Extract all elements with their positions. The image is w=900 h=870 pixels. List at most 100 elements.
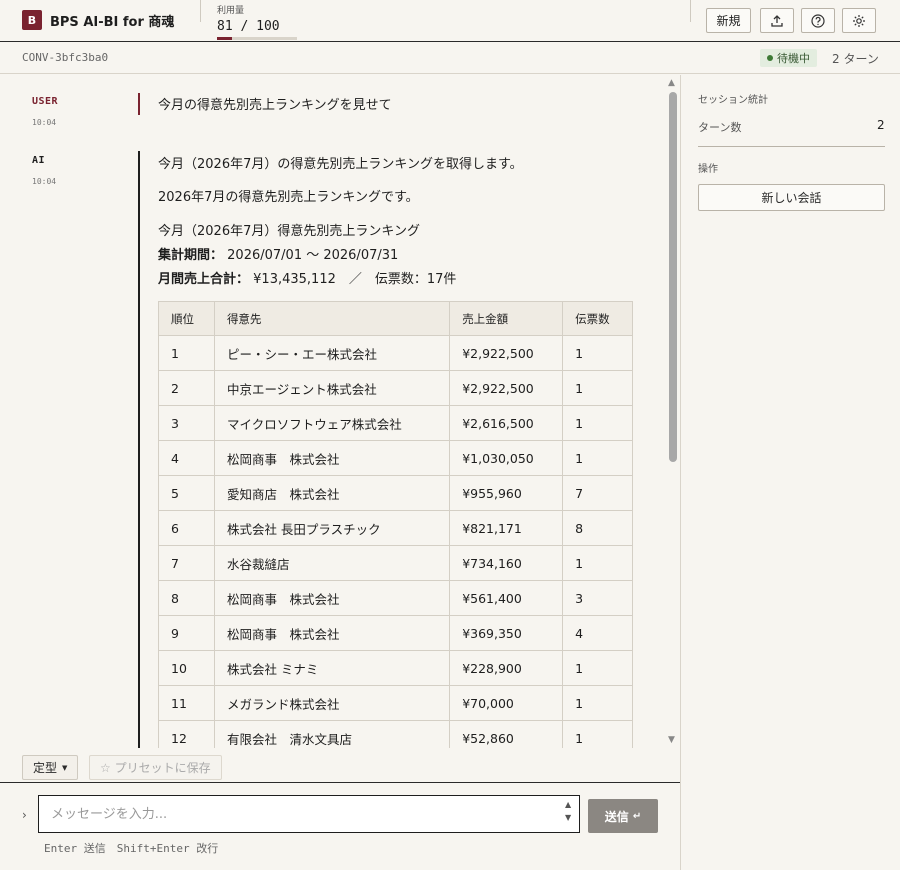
ai-message-line: 2026年7月の得意先別売上ランキングです。 bbox=[158, 190, 419, 205]
scroll-down-arrow-icon[interactable]: ▼ bbox=[668, 735, 675, 745]
table-cell: 愛知商店 株式会社 bbox=[213, 475, 451, 511]
table-row: 7 水谷裁縫店 ¥734,160 1 bbox=[158, 545, 633, 581]
table-cell: 12 bbox=[158, 720, 215, 748]
user-role-label: USER bbox=[32, 96, 59, 107]
template-dropdown[interactable]: 定型 ▼ bbox=[22, 755, 79, 780]
table-cell: 4 bbox=[562, 615, 633, 651]
table-row: 12 有限会社 清水文具店 ¥52,860 1 bbox=[158, 720, 633, 748]
new-conversation-button[interactable]: 新しい会話 bbox=[698, 184, 885, 211]
column-header: 得意先 bbox=[213, 301, 451, 336]
table-cell: メガランド株式会社 bbox=[213, 685, 451, 721]
table-cell: 株式会社 ミナミ bbox=[213, 650, 451, 686]
usage-progress-fill bbox=[217, 37, 233, 40]
side-panel: セッション統計 ターン数 2 操作 新しい会話 bbox=[680, 75, 900, 870]
send-button[interactable]: 送信 ↵ bbox=[588, 799, 658, 833]
ai-report-total: 月間売上合計： ¥13,435,112 ／ 伝票数：17件 bbox=[158, 268, 456, 287]
total-value: ¥13,435,112 ／ 伝票数：17件 bbox=[253, 272, 457, 287]
dropdown-caret-icon: ▼ bbox=[62, 763, 68, 772]
table-cell: 2 bbox=[158, 370, 215, 406]
table-row: 10 株式会社 ミナミ ¥228,900 1 bbox=[158, 650, 633, 686]
user-message-marker bbox=[138, 93, 140, 115]
table-cell: ¥734,160 bbox=[449, 545, 564, 581]
table-cell: ¥2,922,500 bbox=[449, 370, 564, 406]
table-cell: 10 bbox=[158, 650, 215, 686]
ai-message-marker bbox=[138, 151, 140, 748]
table-cell: 1 bbox=[562, 650, 633, 686]
usage-label: 利用量 bbox=[217, 6, 245, 16]
table-cell: 3 bbox=[158, 405, 215, 441]
table-cell: 1 bbox=[158, 335, 215, 371]
status-text: 待機中 bbox=[777, 52, 810, 65]
scroll-up-arrow-icon[interactable]: ▲ bbox=[668, 78, 675, 88]
turns-stat-label: ターン数 bbox=[698, 121, 742, 134]
ai-report-period: 集計期間： 2026/07/01 ～ 2026/07/31 bbox=[158, 244, 398, 263]
table-row: 2 中京エージェント株式会社 ¥2,922,500 1 bbox=[158, 370, 633, 406]
table-cell: ¥2,616,500 bbox=[449, 405, 564, 441]
table-cell: 1 bbox=[562, 335, 633, 371]
app-title: BPS AI-BI for 商魂 bbox=[50, 15, 175, 30]
table-cell: 中京エージェント株式会社 bbox=[213, 370, 451, 406]
usage-value: 81 / 100 bbox=[217, 19, 280, 34]
table-cell: 株式会社 長田プラスチック bbox=[213, 510, 451, 546]
column-header: 順位 bbox=[158, 301, 215, 336]
table-cell: 松岡商事 株式会社 bbox=[213, 440, 451, 476]
export-button[interactable] bbox=[760, 8, 794, 33]
app-logo: B bbox=[22, 10, 42, 30]
period-value: 2026/07/01 ～ 2026/07/31 bbox=[227, 248, 399, 263]
settings-button[interactable] bbox=[842, 8, 876, 33]
message-input[interactable] bbox=[38, 795, 580, 833]
total-label: 月間売上合計： bbox=[158, 272, 250, 287]
table-cell: ¥369,350 bbox=[449, 615, 564, 651]
new-button-label: 新規 bbox=[716, 14, 741, 28]
app-header: B BPS AI-BI for 商魂 利用量 81 / 100 新規 bbox=[0, 0, 900, 42]
table-cell: ピー・シー・エー株式会社 bbox=[213, 335, 451, 371]
prompt-chevron-icon: › bbox=[22, 808, 27, 822]
save-preset-button[interactable]: ☆ プリセットに保存 bbox=[89, 755, 222, 780]
usage-progress-bar bbox=[217, 37, 297, 40]
table-cell: ¥561,400 bbox=[449, 580, 564, 616]
scrollbar-thumb[interactable] bbox=[669, 92, 677, 462]
table-row: 5 愛知商店 株式会社 ¥955,960 7 bbox=[158, 475, 633, 511]
table-row: 11 メガランド株式会社 ¥70,000 1 bbox=[158, 685, 633, 721]
column-header: 売上金額 bbox=[449, 301, 564, 336]
input-resize-arrows-icon[interactable]: ▲ ▼ bbox=[565, 798, 571, 824]
status-badge: 待機中 bbox=[760, 49, 817, 67]
table-cell: ¥52,860 bbox=[449, 720, 564, 748]
header-divider bbox=[200, 0, 201, 22]
table-cell: 11 bbox=[158, 685, 215, 721]
table-cell: ¥228,900 bbox=[449, 650, 564, 686]
save-preset-label: ☆ プリセットに保存 bbox=[100, 761, 211, 775]
user-message-text: 今月の得意先別売上ランキングを見せて bbox=[158, 98, 392, 113]
table-cell: 5 bbox=[158, 475, 215, 511]
turns-stat-value: 2 bbox=[877, 118, 885, 132]
ai-role-label: AI bbox=[32, 155, 46, 166]
table-cell: 1 bbox=[562, 370, 633, 406]
help-icon bbox=[811, 13, 825, 28]
table-cell: 1 bbox=[562, 405, 633, 441]
table-cell: 8 bbox=[562, 510, 633, 546]
table-cell: 有限会社 清水文具店 bbox=[213, 720, 451, 748]
chat-log[interactable]: USER 10:04 今月の得意先別売上ランキングを見せて AI 10:04 今… bbox=[0, 75, 680, 748]
turn-count: 2 ターン bbox=[832, 52, 879, 66]
header-divider bbox=[690, 0, 691, 22]
table-cell: マイクロソフトウェア株式会社 bbox=[213, 405, 451, 441]
table-cell: ¥1,030,050 bbox=[449, 440, 564, 476]
chat-scrollbar[interactable]: ▲ ▼ bbox=[666, 75, 680, 748]
period-label: 集計期間： bbox=[158, 248, 224, 263]
table-cell: ¥70,000 bbox=[449, 685, 564, 721]
table-row: 4 松岡商事 株式会社 ¥1,030,050 1 bbox=[158, 440, 633, 476]
table-row: 1 ピー・シー・エー株式会社 ¥2,922,500 1 bbox=[158, 335, 633, 371]
table-cell: 4 bbox=[158, 440, 215, 476]
table-row: 3 マイクロソフトウェア株式会社 ¥2,616,500 1 bbox=[158, 405, 633, 441]
table-cell: 松岡商事 株式会社 bbox=[213, 580, 451, 616]
table-cell: 3 bbox=[562, 580, 633, 616]
user-message-time: 10:04 bbox=[32, 118, 57, 127]
ai-message-line: 今月（2026年7月）の得意先別売上ランキングを取得します。 bbox=[158, 157, 523, 172]
enter-key-icon: ↵ bbox=[632, 810, 642, 822]
help-button[interactable] bbox=[801, 8, 835, 33]
new-button[interactable]: 新規 bbox=[706, 8, 751, 33]
table-cell: 7 bbox=[562, 475, 633, 511]
table-row: 6 株式会社 長田プラスチック ¥821,171 8 bbox=[158, 510, 633, 546]
template-label: 定型 bbox=[33, 761, 58, 775]
table-cell: 水谷裁縫店 bbox=[213, 545, 451, 581]
